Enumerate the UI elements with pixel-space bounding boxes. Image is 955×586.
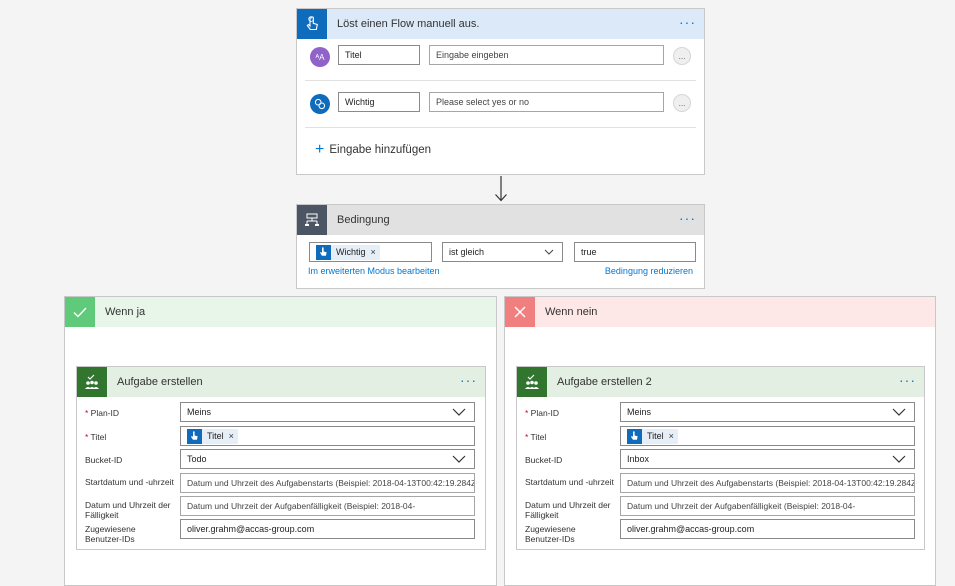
due-date-label: Datum und Uhrzeit der Fälligkeit [525,500,611,520]
branch-no-header[interactable]: Wenn nein [505,297,935,327]
more-dots-icon[interactable]: ··· [460,373,477,387]
assigned-users-label: Zugewiesene Benutzer-IDs [85,524,136,544]
touch-icon [297,9,327,39]
input-placeholder-field[interactable]: Please select yes or no [429,92,664,112]
token-label: Titel [647,431,664,441]
plan-id-select[interactable]: Meins [180,402,475,422]
operator-value: ist gleich [449,247,485,257]
bucket-id-select[interactable]: Todo [180,449,475,469]
condition-left-field[interactable]: Wichtig × [309,242,432,262]
remove-token-icon[interactable]: × [669,431,674,441]
token-label: Wichtig [336,247,366,257]
plus-icon: + [315,141,325,158]
condition-right-field[interactable]: true [574,242,696,262]
due-date-field[interactable]: Datum und Uhrzeit der Aufgabenfälligkeit… [620,496,915,516]
planner-icon [77,367,107,397]
collapse-condition-link[interactable]: Bedingung reduzieren [605,266,693,276]
planner-action-title: Aufgabe erstellen 2 [557,376,652,388]
condition-header[interactable]: Bedingung ··· [297,205,704,235]
divider [305,80,696,81]
input-more-button[interactable]: ... [673,94,691,112]
operator-select[interactable]: ist gleich [442,242,563,262]
chevron-down-icon [892,455,906,463]
chevron-down-icon [892,408,906,416]
more-dots-icon[interactable]: ··· [679,211,696,225]
bucket-id-label: Bucket-ID [85,455,123,465]
touch-icon [187,428,202,444]
title-label: * Titel [525,432,547,442]
add-input-label: Eingabe hinzufügen [329,144,432,156]
touch-icon [316,244,331,260]
plan-id-select[interactable]: Meins [620,402,915,422]
planner-action-title: Aufgabe erstellen [117,376,203,388]
bucket-id-value: Todo [187,454,207,464]
dynamic-token[interactable]: Wichtig × [316,244,380,260]
more-dots-icon[interactable]: ··· [899,373,916,387]
add-input-button[interactable]: + Eingabe hinzufügen [315,142,431,158]
branch-yes-title: Wenn ja [105,306,146,318]
condition-icon [297,205,327,235]
planner-action-card: Aufgabe erstellen 2 ··· * Plan-ID Meins … [516,366,925,550]
assigned-users-label: Zugewiesene Benutzer-IDs [525,524,576,544]
trigger-header[interactable]: Löst einen Flow manuell aus. ··· [297,9,704,39]
text-input-icon: ᴬA [310,47,330,67]
input-name-field[interactable]: Wichtig [338,92,420,112]
dynamic-token[interactable]: Titel × [187,428,238,444]
plan-id-label: * Plan-ID [85,408,120,418]
title-label: * Titel [85,432,107,442]
remove-token-icon[interactable]: × [229,431,234,441]
due-date-label: Datum und Uhrzeit der Fälligkeit [85,500,171,520]
title-field[interactable]: Titel × [620,426,915,446]
condition-card: Bedingung ··· Wichtig × ist gleich true … [296,204,705,289]
divider [305,127,696,128]
branch-no: Wenn nein Aufgabe erstellen 2 ··· * Plan… [504,296,936,586]
branch-yes-header[interactable]: Wenn ja [65,297,496,327]
start-date-field[interactable]: Datum und Uhrzeit des Aufgabenstarts (Be… [180,473,475,493]
branch-yes: Wenn ja Aufgabe erstellen ··· * Plan-ID … [64,296,497,586]
bucket-id-value: Inbox [627,454,650,464]
planner-action-card: Aufgabe erstellen ··· * Plan-ID Meins * … [76,366,486,550]
due-date-field[interactable]: Datum und Uhrzeit der Aufgabenfälligkeit… [180,496,475,516]
plan-id-value: Meins [187,407,212,417]
input-placeholder-field[interactable]: Eingabe eingeben [429,45,664,65]
planner-action-header[interactable]: Aufgabe erstellen 2 ··· [517,367,924,397]
trigger-card: Löst einen Flow manuell aus. ··· ᴬA Tite… [296,8,705,175]
input-more-button[interactable]: ... [673,47,691,65]
plan-id-label: * Plan-ID [525,408,560,418]
touch-icon [627,428,642,444]
start-date-label: Startdatum und -uhrzeit [525,477,614,487]
flow-arrow [493,176,509,204]
bucket-id-label: Bucket-ID [525,455,563,465]
chevron-down-icon [544,249,554,255]
assigned-users-field[interactable]: oliver.grahm@accas-group.com [620,519,915,539]
remove-token-icon[interactable]: × [371,247,376,257]
start-date-label: Startdatum und -uhrzeit [85,477,174,487]
title-field[interactable]: Titel × [180,426,475,446]
bucket-id-select[interactable]: Inbox [620,449,915,469]
assigned-users-field[interactable]: oliver.grahm@accas-group.com [180,519,475,539]
check-icon [65,297,95,327]
branch-no-title: Wenn nein [545,306,598,318]
planner-icon [517,367,547,397]
advanced-mode-link[interactable]: Im erweiterten Modus bearbeiten [308,266,440,276]
trigger-title: Löst einen Flow manuell aus. [337,18,480,30]
plan-id-value: Meins [627,407,652,417]
condition-title: Bedingung [337,214,390,226]
close-icon [505,297,535,327]
more-dots-icon[interactable]: ··· [679,15,696,29]
dynamic-token[interactable]: Titel × [627,428,678,444]
start-date-field[interactable]: Datum und Uhrzeit des Aufgabenstarts (Be… [620,473,915,493]
chevron-down-icon [452,455,466,463]
boolean-input-icon [310,94,330,114]
token-label: Titel [207,431,224,441]
chevron-down-icon [452,408,466,416]
input-name-field[interactable]: Titel [338,45,420,65]
planner-action-header[interactable]: Aufgabe erstellen ··· [77,367,485,397]
